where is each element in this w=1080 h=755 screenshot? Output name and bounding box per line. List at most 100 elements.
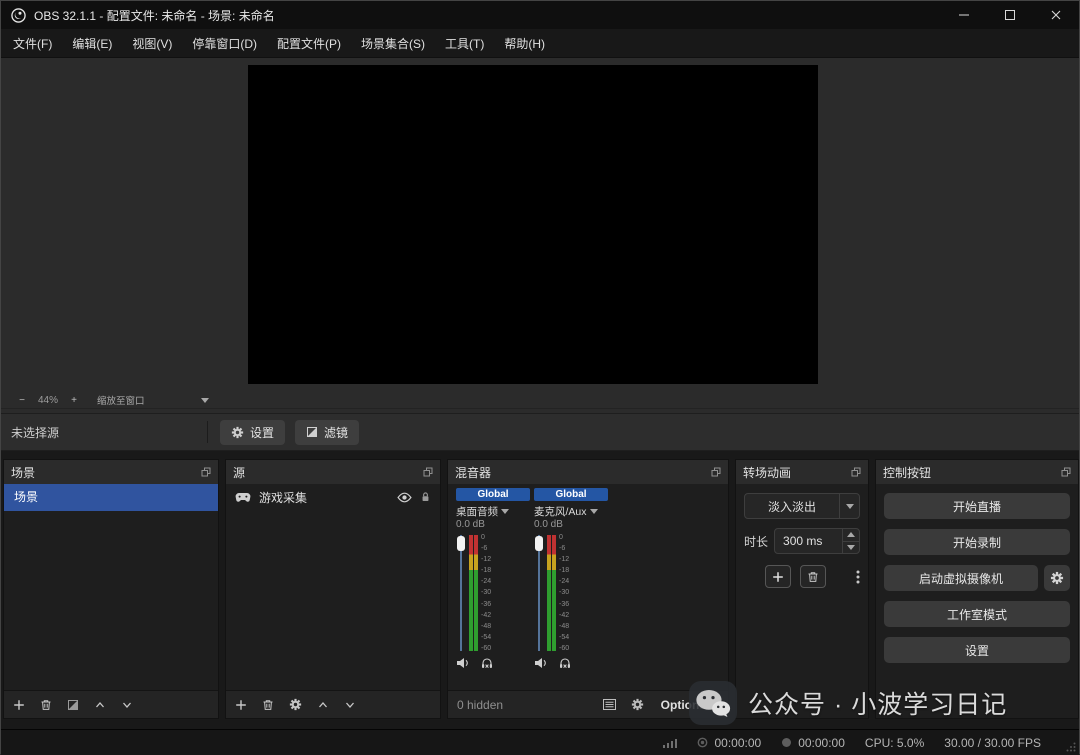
scene-filters-button[interactable]: [67, 699, 79, 711]
source-list-item[interactable]: 游戏采集: [226, 484, 440, 510]
audio-mixer-panel: 混音器 Global 桌面音频 0.0 dB: [447, 459, 729, 719]
source-toolbar: 未选择源 设置 滤镜: [1, 413, 1079, 451]
panel-float-icon[interactable]: [851, 467, 861, 477]
start-recording-button[interactable]: 开始录制: [884, 529, 1070, 555]
menu-file[interactable]: 文件(F): [3, 29, 62, 57]
source-properties-button[interactable]: 设置: [220, 420, 285, 445]
status-bar: 00:00:00 00:00:00 CPU: 5.0% 30.00 / 30.0…: [1, 729, 1079, 755]
mute-button[interactable]: [456, 657, 470, 669]
advanced-audio-button[interactable]: [631, 698, 644, 711]
volume-slider[interactable]: [456, 533, 466, 653]
transition-properties-button[interactable]: [856, 570, 860, 584]
mute-button[interactable]: [534, 657, 548, 669]
zoom-out-button[interactable]: −: [13, 395, 31, 406]
monitor-off-button[interactable]: [558, 657, 572, 669]
no-source-label: 未选择源: [11, 424, 207, 441]
channel-level: 0.0 dB: [534, 519, 608, 533]
panel-float-icon[interactable]: [711, 467, 721, 477]
window-controls: [941, 1, 1079, 29]
zoom-in-button[interactable]: +: [65, 395, 83, 406]
monitor-off-button[interactable]: [480, 657, 494, 669]
duration-down-button[interactable]: [843, 542, 859, 554]
chevron-down-icon: [121, 699, 133, 711]
virtual-camera-config-button[interactable]: [1044, 565, 1070, 591]
speaker-icon: [534, 657, 548, 669]
menu-view[interactable]: 视图(V): [122, 29, 182, 57]
scene-list-item[interactable]: 场景: [4, 484, 218, 511]
start-virtual-camera-button[interactable]: 启动虚拟摄像机: [884, 565, 1038, 591]
transition-select[interactable]: 淡入淡出: [744, 493, 860, 519]
channel-name-dropdown[interactable]: 麦克风/Aux: [534, 503, 608, 519]
mixer-channels: Global 桌面音频 0.0 dB: [448, 484, 728, 690]
close-button[interactable]: [1033, 1, 1079, 29]
global-badge: Global: [456, 488, 530, 501]
source-filters-label: 滤镜: [324, 424, 348, 441]
controls-panel: 控制按钮 开始直播 开始录制 启动虚拟摄像机 工作室模式 设置: [875, 459, 1079, 719]
trash-icon: [262, 699, 274, 711]
maximize-button[interactable]: [987, 1, 1033, 29]
add-scene-button[interactable]: [13, 699, 25, 711]
menu-profile[interactable]: 配置文件(P): [267, 29, 351, 57]
move-scene-down-button[interactable]: [121, 699, 133, 711]
source-properties-label: 设置: [250, 424, 274, 441]
minimize-button[interactable]: [941, 1, 987, 29]
volume-slider[interactable]: [534, 533, 544, 653]
start-streaming-button[interactable]: 开始直播: [884, 493, 1070, 519]
menu-help[interactable]: 帮助(H): [494, 29, 555, 57]
preview-canvas[interactable]: [248, 65, 818, 384]
duration-spinbox[interactable]: 300 ms: [774, 528, 860, 554]
move-scene-up-button[interactable]: [94, 699, 106, 711]
chevron-down-icon: [846, 504, 854, 509]
remove-scene-button[interactable]: [40, 699, 52, 711]
slider-handle[interactable]: [457, 536, 465, 551]
lock-icon[interactable]: [420, 491, 431, 503]
source-properties-toolbar-button[interactable]: [289, 698, 302, 711]
settings-button[interactable]: 设置: [884, 637, 1070, 663]
visibility-icon[interactable]: [397, 492, 412, 503]
obs-logo-icon: [11, 8, 26, 23]
gear-icon: [289, 698, 302, 711]
scenes-panel-title: 场景: [11, 464, 35, 481]
remove-source-button[interactable]: [262, 699, 274, 711]
move-source-up-button[interactable]: [317, 699, 329, 711]
panel-float-icon[interactable]: [423, 467, 433, 477]
transition-select-arrow[interactable]: [839, 494, 859, 518]
chevron-down-icon: [847, 545, 855, 550]
menu-docks[interactable]: 停靠窗口(D): [182, 29, 267, 57]
menu-tools[interactable]: 工具(T): [435, 29, 494, 57]
panel-float-icon[interactable]: [201, 467, 211, 477]
add-source-button[interactable]: [235, 699, 247, 711]
menu-edit[interactable]: 编辑(E): [62, 29, 122, 57]
slider-handle[interactable]: [535, 536, 543, 551]
studio-mode-button[interactable]: 工作室模式: [884, 601, 1070, 627]
obs-window: OBS 32.1.1 - 配置文件: 未命名 - 场景: 未命名 文件(F) 编…: [0, 0, 1080, 754]
scenes-panel: 场景 场景: [3, 459, 219, 719]
transitions-panel-header: 转场动画: [736, 460, 868, 484]
mixer-layout-button[interactable]: [603, 699, 616, 710]
fps-indicator: 30.00 / 30.00 FPS: [944, 736, 1041, 750]
channel-name-dropdown[interactable]: 桌面音频: [456, 503, 530, 519]
volume-meter: 0-6-12-18-24-30-36-42-48-54-60: [456, 533, 530, 653]
chevron-up-icon: [317, 699, 329, 711]
menu-scene-collection[interactable]: 场景集合(S): [351, 29, 435, 57]
add-transition-button[interactable]: [765, 565, 791, 588]
mixer-options-button[interactable]: Options: [661, 698, 719, 712]
source-filters-button[interactable]: 滤镜: [295, 420, 359, 445]
title-bar: OBS 32.1.1 - 配置文件: 未命名 - 场景: 未命名: [1, 1, 1079, 29]
scene-transitions-panel: 转场动画 淡入淡出 时长 300 ms: [735, 459, 869, 719]
channel-name: 麦克风/Aux: [534, 504, 587, 519]
headphones-off-icon: [558, 657, 572, 669]
panel-float-icon[interactable]: [1061, 467, 1071, 477]
controls-panel-title: 控制按钮: [883, 464, 931, 481]
duration-up-button[interactable]: [843, 529, 859, 542]
chevron-up-icon: [847, 532, 855, 537]
remove-transition-button[interactable]: [800, 565, 826, 588]
transitions-body: 淡入淡出 时长 300 ms: [736, 484, 868, 718]
network-status: [663, 738, 677, 748]
resize-grip[interactable]: [1066, 742, 1076, 752]
meter-bars: [547, 533, 556, 653]
game-capture-icon: [235, 492, 251, 503]
move-source-down-button[interactable]: [344, 699, 356, 711]
zoom-mode-dropdown[interactable]: 缩放至窗口: [97, 393, 209, 407]
controls-panel-header: 控制按钮: [876, 460, 1078, 484]
